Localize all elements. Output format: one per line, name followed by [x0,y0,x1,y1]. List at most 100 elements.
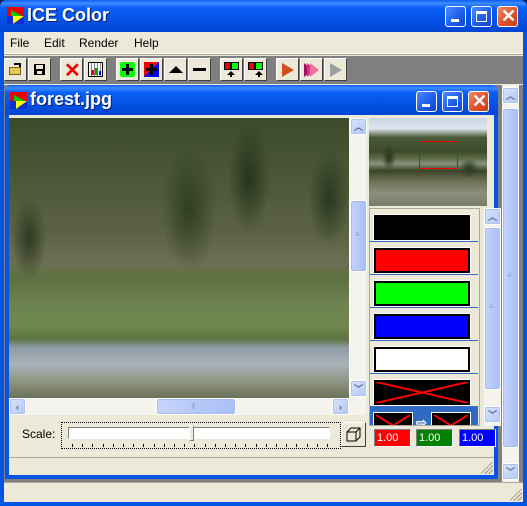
scroll-down-button[interactable]: ﹀ [350,380,367,397]
document-window: forest.jpg ✕ ︿ ≡ ﹀ ‹ ⦀ › ⇨ ︿ ≡ ﹀ Scale: … [5,85,501,479]
slider-tick [92,444,94,447]
palette-scrollbar[interactable]: ︿ ≡ ﹀ [484,208,501,426]
slider-tick [306,444,308,447]
chevron-down-icon: ﹀ [487,410,497,420]
close-button[interactable]: ✕ [497,6,518,27]
grip-icon: ≡ [489,302,494,311]
navigator-thumbnail[interactable] [369,118,487,206]
scroll-up-button[interactable]: ︿ [502,87,519,104]
slider-thumb[interactable] [189,425,195,441]
apply-color-1-button[interactable] [220,58,243,81]
add-color-green-button[interactable] [116,58,139,81]
render-all-button[interactable] [300,58,323,81]
mdi-vertical-scrollbar[interactable]: ︿ ≡ ﹀ [502,85,519,482]
menu-edit[interactable]: Edit [44,36,65,50]
red-green-arrow-up-icon [248,62,263,77]
add-color-rgb-button[interactable] [140,58,163,81]
fast-forward-pink-icon [304,62,319,77]
document-client: ︿ ≡ ﹀ ‹ ⦀ › ⇨ ︿ ≡ ﹀ Scale: 1.00 1.00 1.0… [9,115,501,475]
apply-color-2-button[interactable] [244,58,267,81]
reset-3d-button[interactable] [341,422,366,447]
transition-from-swatch [374,413,412,425]
palette-item-white[interactable] [370,341,478,374]
slider-tick [276,444,277,447]
scroll-right-button[interactable]: › [332,398,349,415]
slider-tick [286,444,288,447]
slider-tick [194,444,196,447]
maximize-button[interactable] [471,6,492,27]
slider-tick [153,444,155,447]
image-canvas[interactable] [9,118,349,398]
chevron-up-icon: ︿ [505,91,515,101]
open-button[interactable] [4,58,27,81]
red-channel-value[interactable]: 1.00 [374,429,411,447]
close-icon: ✕ [501,6,517,26]
slider-tick [163,444,165,447]
image-vertical-scrollbar[interactable]: ︿ ≡ ﹀ [349,118,367,398]
chevron-down-icon: ﹀ [353,384,363,394]
menu-help[interactable]: Help [134,36,159,50]
scroll-thumb[interactable]: ≡ [502,108,519,448]
scroll-left-button[interactable]: ‹ [9,398,26,415]
save-button[interactable] [28,58,51,81]
document-titlebar[interactable]: forest.jpg ✕ [5,85,498,115]
delete-button[interactable]: ✕ [60,58,83,82]
rgb-plus-icon [144,62,159,77]
remove-button[interactable] [188,58,211,81]
menu-render[interactable]: Render [79,36,118,50]
color-swatch [374,281,470,306]
green-plus-icon [120,62,135,77]
palette-item-blue[interactable] [370,308,478,341]
scroll-thumb[interactable]: ≡ [350,200,367,272]
slider-tick [123,444,124,447]
document-minimize-button[interactable] [416,91,437,112]
palette-item-red[interactable] [370,242,478,275]
red-green-arrow-up-icon [224,62,239,77]
scroll-down-button[interactable]: ﹀ [484,406,501,423]
scale-label: Scale: [22,427,56,441]
scale-slider[interactable] [61,422,341,449]
document-maximize-button[interactable] [442,91,463,112]
image-horizontal-scrollbar[interactable]: ‹ ⦀ › [9,398,366,415]
resize-grip-icon[interactable] [481,462,493,474]
scroll-up-button[interactable]: ︿ [484,208,501,225]
document-close-button[interactable]: ✕ [468,91,489,112]
transition-to-swatch [432,413,470,425]
slider-tick [214,444,216,447]
toolbar: ✕ [4,56,523,84]
render-disabled-button[interactable] [324,58,347,81]
render-button[interactable] [276,58,299,81]
viewport-rectangle[interactable] [419,141,458,169]
scroll-thumb[interactable]: ⦀ [156,398,236,415]
palette-item-none[interactable] [370,374,478,407]
slider-tick [296,444,298,447]
resize-grip-icon[interactable] [510,489,522,501]
scroll-thumb[interactable]: ≡ [484,227,501,390]
scroll-down-button[interactable]: ﹀ [502,463,519,480]
menu-bar: File Edit Render Help [4,32,523,54]
chevron-up-icon: ︿ [353,122,363,132]
chevron-up-icon: ︿ [487,212,497,222]
document-status-bar [9,457,494,475]
slider-tick [102,444,104,447]
slider-tick [184,444,186,447]
palette-list: ⇨ [369,208,480,426]
scroll-up-button[interactable]: ︿ [350,118,367,135]
palette-item-black[interactable] [370,209,478,242]
slider-tick [204,444,206,447]
app-titlebar[interactable]: ICE Color ✕ [0,0,527,32]
minimize-button[interactable] [445,6,466,27]
document-title: forest.jpg [30,89,113,109]
green-channel-value[interactable]: 1.00 [416,429,453,447]
grip-icon: ≡ [355,230,360,239]
floppy-disk-icon [32,62,47,77]
chevron-down-icon: ﹀ [505,467,515,477]
palette-grid-button[interactable] [84,58,107,81]
document-icon [10,92,27,109]
palette-item-green[interactable] [370,275,478,308]
menu-file[interactable]: File [10,36,29,50]
palette-item-transition[interactable]: ⇨ [370,407,478,425]
blue-channel-value[interactable]: 1.00 [459,429,496,447]
slider-tick [82,444,84,447]
move-up-button[interactable] [164,58,187,81]
